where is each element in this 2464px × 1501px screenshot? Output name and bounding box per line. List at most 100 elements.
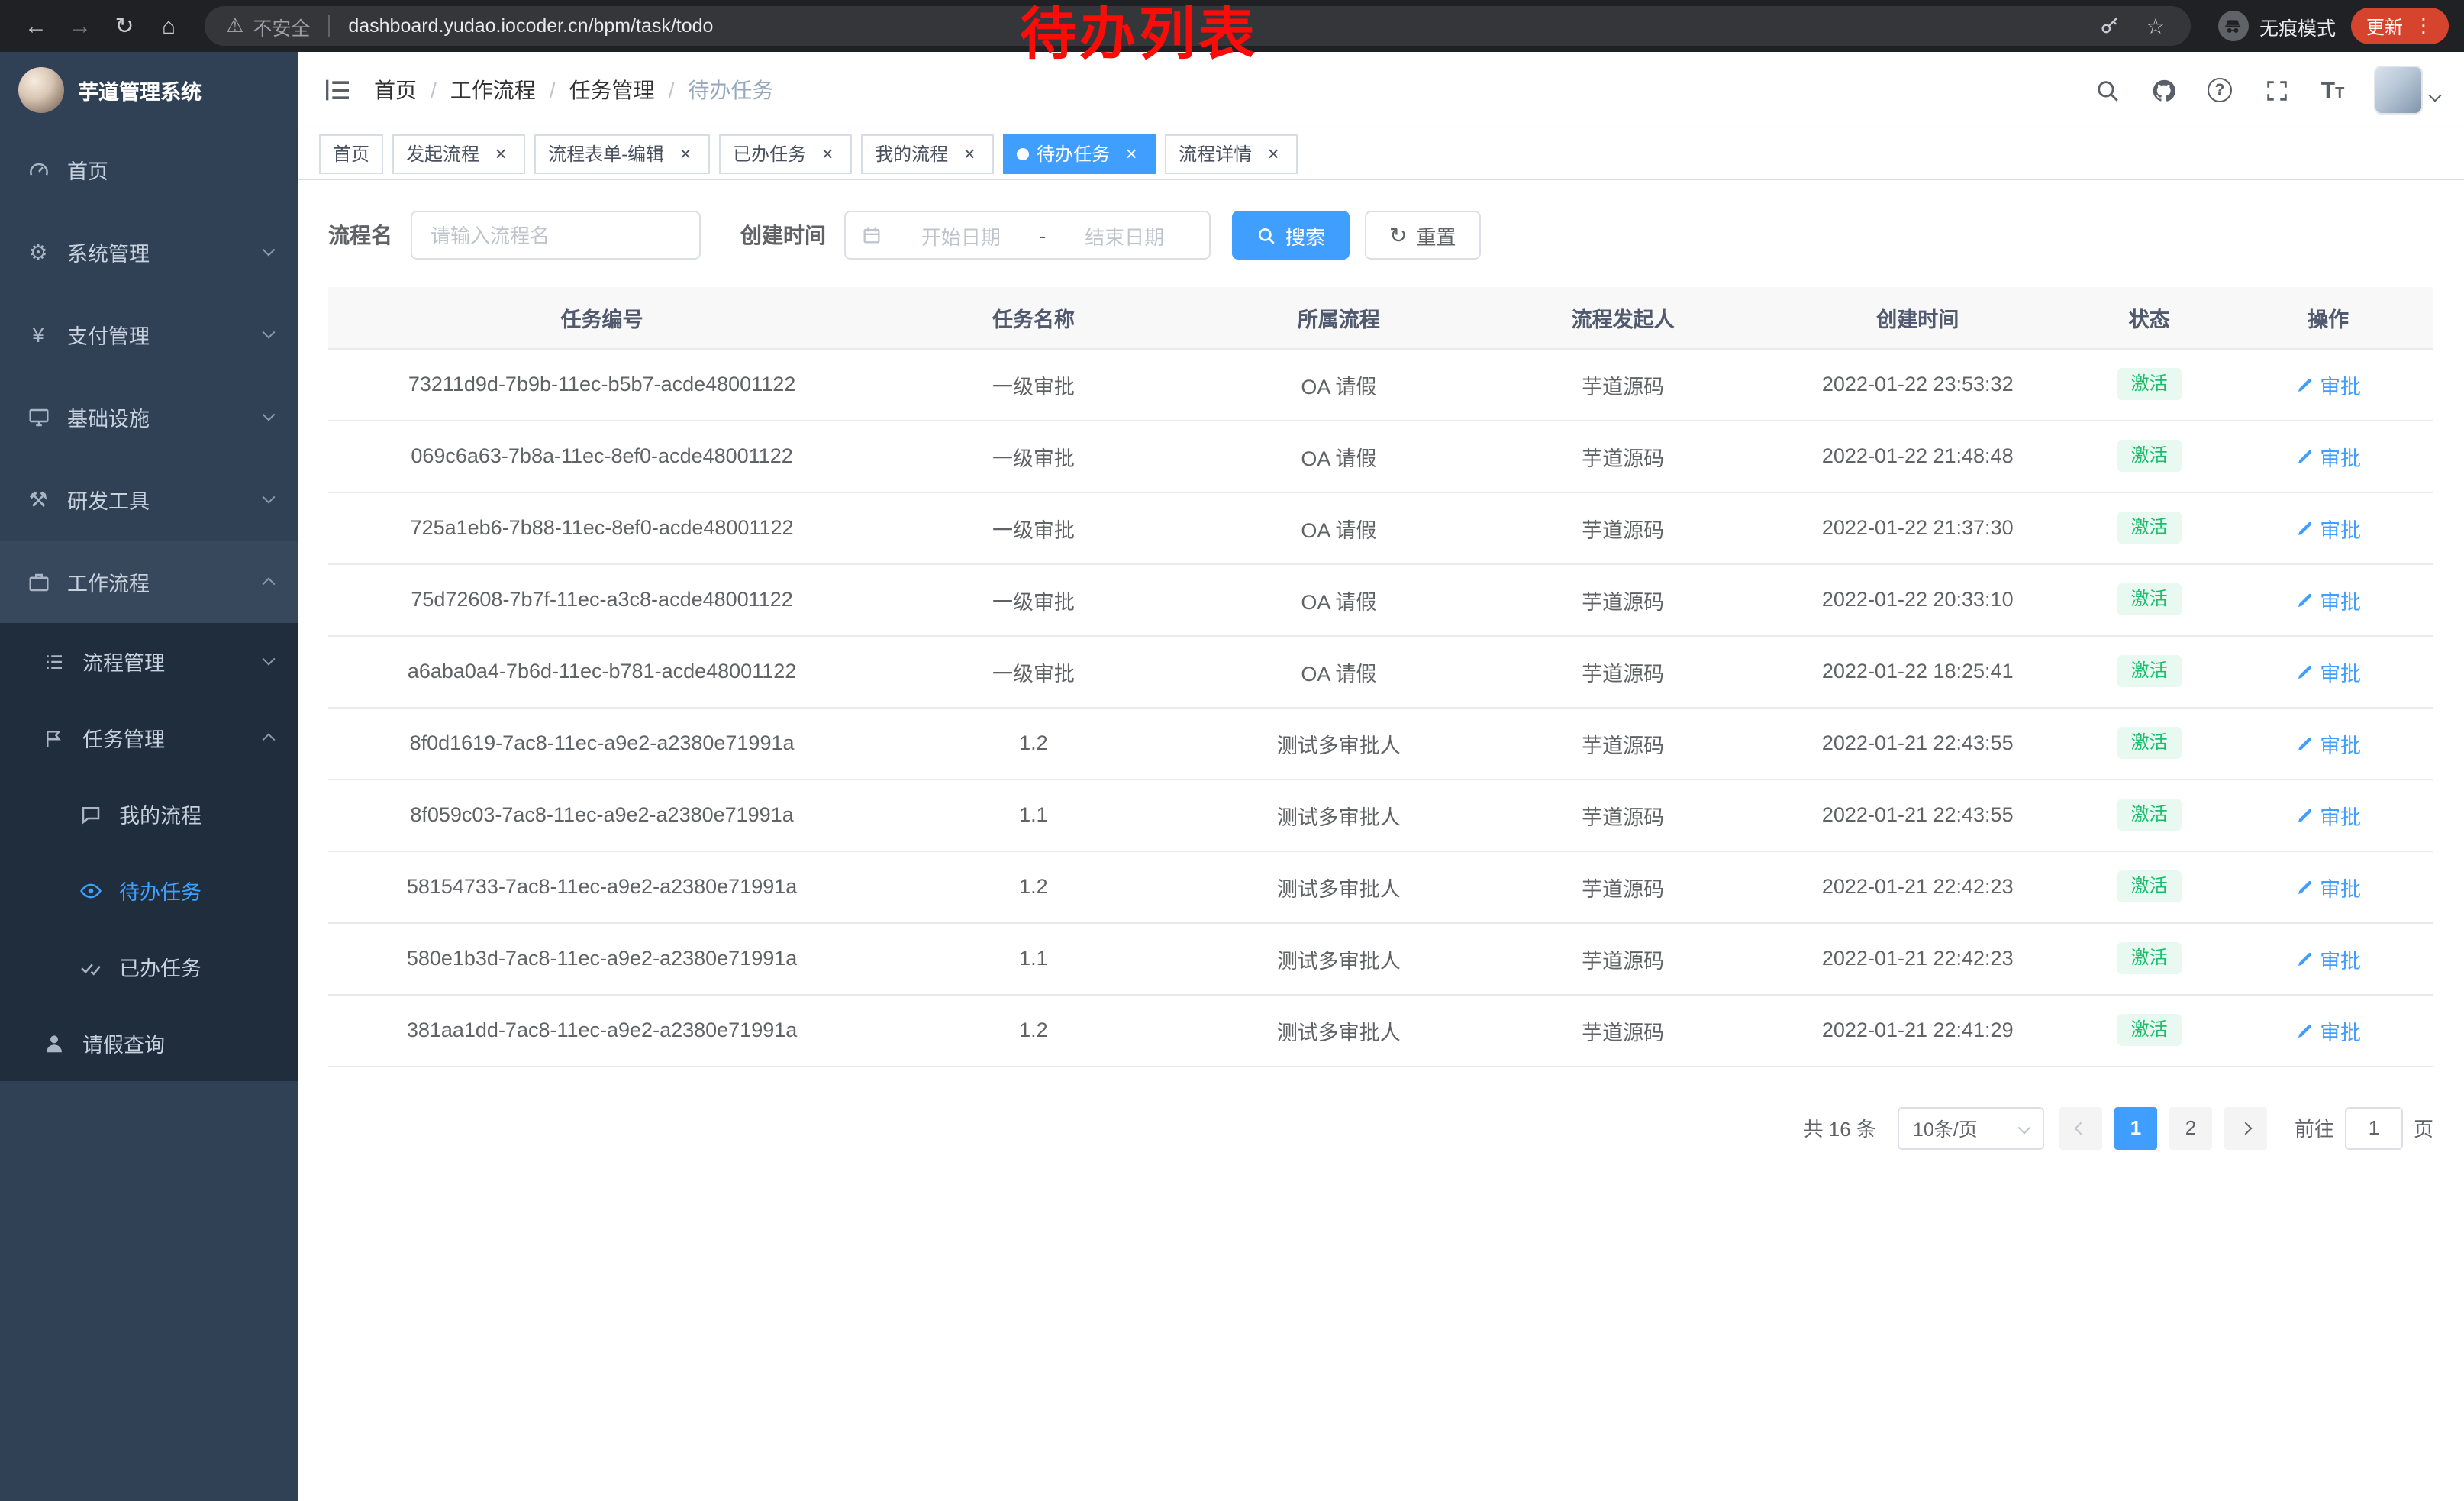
reset-button[interactable]: ↻ 重置 — [1365, 211, 1481, 260]
tab-close-icon[interactable]: × — [1121, 143, 1142, 164]
page-button[interactable]: 1 — [2114, 1106, 2157, 1149]
task-name-cell: 一级审批 — [876, 492, 1192, 563]
page-size-select[interactable]: 10条/页 — [1898, 1106, 2044, 1149]
status-cell: 激活 — [2075, 563, 2223, 635]
status-cell: 激活 — [2075, 922, 2223, 994]
browser-refresh-icon[interactable]: ↻ — [104, 5, 145, 47]
date-range-picker[interactable]: 开始日期 - 结束日期 — [844, 211, 1211, 260]
approve-link[interactable]: 审批 — [2295, 728, 2361, 758]
github-icon[interactable] — [2148, 75, 2179, 105]
sidebar-item-todo-task[interactable]: 待办任务 — [0, 852, 298, 928]
goto-page-input[interactable] — [2345, 1106, 2403, 1149]
approve-link[interactable]: 审批 — [2295, 512, 2361, 543]
chevron-down-icon — [264, 330, 273, 339]
tab[interactable]: 待办任务 × — [1003, 134, 1156, 173]
help-icon[interactable]: ? — [2204, 75, 2235, 105]
task-name-cell: 一级审批 — [876, 348, 1192, 420]
browser-menu-dots-icon[interactable]: ⋮ — [2414, 14, 2433, 38]
security-warning[interactable]: ⚠ 不安全 — [226, 11, 310, 40]
tab[interactable]: 我的流程 × — [861, 134, 994, 173]
logo-avatar — [18, 67, 64, 113]
app: 芋道管理系统 首页 ⚙ 系统管理 ¥ 支付管理 — [0, 52, 2464, 1501]
process-cell: OA 请假 — [1192, 492, 1486, 563]
page-buttons: 12 — [2114, 1106, 2212, 1149]
browser-forward-icon[interactable]: → — [60, 5, 101, 47]
breadcrumb-separator: / — [550, 78, 556, 102]
password-key-icon[interactable] — [2096, 12, 2124, 40]
sidebar-item-task-manage[interactable]: 任务管理 — [0, 699, 298, 776]
approve-link[interactable]: 审批 — [2295, 441, 2361, 471]
sidebar-item-workflow[interactable]: 工作流程 — [0, 541, 298, 623]
edit-pen-icon — [2295, 805, 2314, 824]
app-logo: 芋道管理系统 — [0, 52, 298, 128]
prev-page-button[interactable] — [2059, 1106, 2102, 1149]
tab-close-icon[interactable]: × — [817, 143, 838, 164]
table-row: 8f059c03-7ac8-11ec-a9e2-a2380e71991a 1.1… — [328, 779, 2433, 851]
sidebar-item-process-manage[interactable]: 流程管理 — [0, 623, 298, 699]
approve-label: 审批 — [2320, 728, 2361, 758]
process-cell: 测试多审批人 — [1192, 851, 1486, 922]
tags-view: 首页 发起流程 × 流程表单-编辑 × 已办任务 × 我的流程 × 待办任务 ×… — [298, 128, 2464, 180]
main-area: 首页/工作流程/任务管理/待办任务 ? TT — [298, 52, 2464, 1501]
font-size-icon[interactable]: TT — [2317, 75, 2348, 105]
sidebar-item-my-process[interactable]: 我的流程 — [0, 776, 298, 852]
approve-link[interactable]: 审批 — [2295, 1015, 2361, 1045]
approve-link[interactable]: 审批 — [2295, 369, 2361, 399]
action-cell: 审批 — [2223, 922, 2433, 994]
breadcrumb-item[interactable]: 任务管理 — [569, 75, 655, 105]
search-button[interactable]: 搜索 — [1232, 211, 1350, 260]
browser-back-icon[interactable]: ← — [15, 5, 56, 47]
tab-close-icon[interactable]: × — [1263, 143, 1284, 164]
approve-link[interactable]: 审批 — [2295, 871, 2361, 902]
tab-close-icon[interactable]: × — [490, 143, 511, 164]
table-row: 725a1eb6-7b88-11ec-8ef0-acde48001122 一级审… — [328, 492, 2433, 563]
browser-home-icon[interactable]: ⌂ — [148, 5, 189, 47]
column-header: 流程发起人 — [1486, 287, 1760, 348]
fullscreen-icon[interactable] — [2261, 75, 2291, 105]
approve-link[interactable]: 审批 — [2295, 656, 2361, 686]
avatar[interactable] — [2374, 66, 2423, 115]
goto-page: 前往 页 — [2295, 1106, 2433, 1149]
sidebar-item-devtools[interactable]: ⚒ 研发工具 — [0, 458, 298, 541]
sidebar-collapse-icon[interactable] — [322, 75, 353, 105]
tab[interactable]: 流程表单-编辑 × — [534, 134, 710, 173]
task-name-cell: 1.2 — [876, 851, 1192, 922]
page-button[interactable]: 2 — [2169, 1106, 2212, 1149]
pagination: 共 16 条 10条/页 12 前往 页 — [328, 1106, 2433, 1149]
create-time-cell: 2022-01-21 22:41:29 — [1759, 994, 2075, 1066]
status-badge: 激活 — [2117, 511, 2182, 544]
goto-label: 前往 — [2295, 1113, 2334, 1142]
sidebar-item-infrastructure[interactable]: 基础设施 — [0, 376, 298, 458]
tab[interactable]: 流程详情 × — [1165, 134, 1298, 173]
tab[interactable]: 首页 — [319, 134, 383, 173]
status-cell: 激活 — [2075, 348, 2223, 420]
tab[interactable]: 已办任务 × — [719, 134, 852, 173]
tab-close-icon[interactable]: × — [959, 143, 980, 164]
breadcrumb-item[interactable]: 工作流程 — [450, 75, 536, 105]
list-icon — [40, 650, 67, 673]
monitor-icon — [24, 405, 52, 428]
sidebar-item-home[interactable]: 首页 — [0, 128, 298, 211]
sidebar-item-done-task[interactable]: 已办任务 — [0, 928, 298, 1005]
user-menu[interactable] — [2374, 66, 2440, 115]
update-button[interactable]: 更新 ⋮ — [2351, 8, 2449, 44]
status-badge: 激活 — [2117, 726, 2182, 759]
approve-link[interactable]: 审批 — [2295, 584, 2361, 615]
dashboard-icon — [24, 158, 52, 181]
search-icon[interactable] — [2091, 75, 2122, 105]
tab-close-icon[interactable]: × — [675, 143, 696, 164]
next-page-button[interactable] — [2224, 1106, 2267, 1149]
table-row: 8f0d1619-7ac8-11ec-a9e2-a2380e71991a 1.2… — [328, 707, 2433, 779]
approve-link[interactable]: 审批 — [2295, 943, 2361, 973]
edit-pen-icon — [2295, 590, 2314, 608]
sidebar-item-leave-query[interactable]: 请假查询 — [0, 1005, 298, 1081]
tab[interactable]: 发起流程 × — [392, 134, 525, 173]
sidebar-item-system[interactable]: ⚙ 系统管理 — [0, 211, 298, 293]
tab-label: 已办任务 — [733, 140, 806, 166]
process-name-input[interactable] — [411, 211, 701, 260]
approve-link[interactable]: 审批 — [2295, 799, 2361, 830]
bookmark-star-icon[interactable]: ☆ — [2142, 12, 2169, 40]
status-badge: 激活 — [2117, 654, 2182, 687]
sidebar-item-payment[interactable]: ¥ 支付管理 — [0, 293, 298, 376]
breadcrumb-item[interactable]: 首页 — [374, 75, 417, 105]
